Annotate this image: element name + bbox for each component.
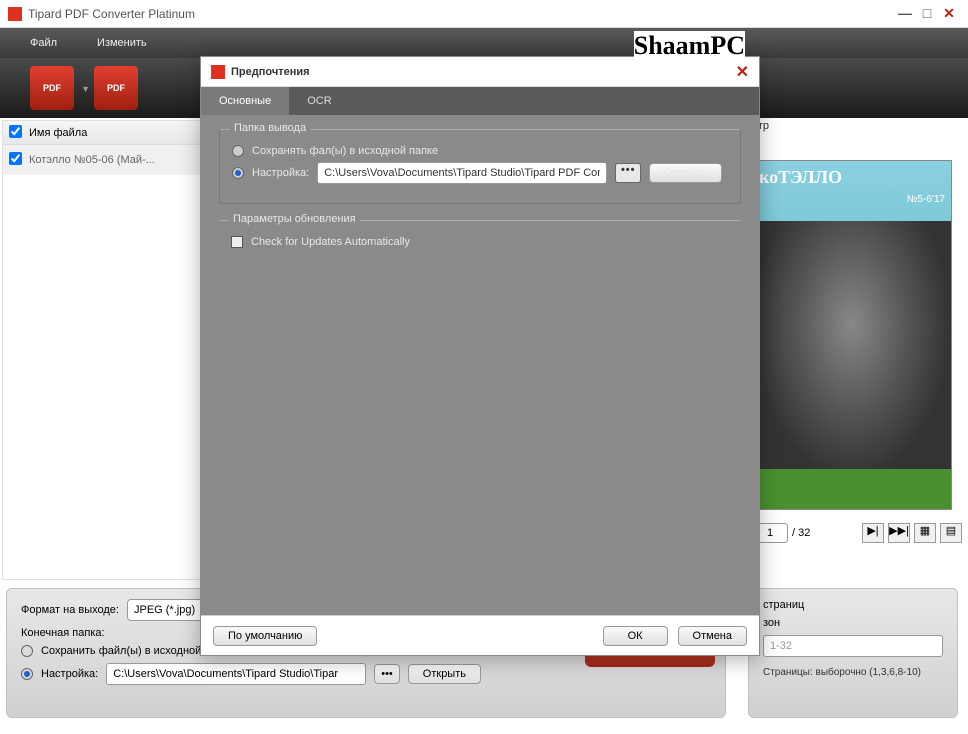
dialog-button-bar: По умолчанию ОК Отмена [201, 615, 759, 655]
dialog-titlebar: Предпочтения ✕ [201, 57, 759, 87]
dialog-close-button[interactable]: ✕ [736, 62, 749, 82]
maximize-button[interactable]: □ [916, 5, 938, 23]
pref-custom-label: Настройка: [252, 167, 309, 179]
dialog-icon [211, 65, 225, 79]
default-button[interactable]: По умолчанию [213, 626, 317, 646]
range-label: зон [763, 617, 943, 629]
custom-folder-label: Настройка: [41, 668, 98, 680]
magazine-title: коТЭЛЛО [753, 161, 951, 194]
magazine-issue: №5-6'17 [753, 194, 951, 205]
select-all-checkbox[interactable] [9, 125, 22, 138]
menu-bar: Файл Изменить [0, 28, 968, 58]
doc-view-icon[interactable]: ▤ [940, 523, 962, 543]
file-name: Котэлло №05-06 (Май-... [29, 154, 155, 166]
title-bar: Tipard PDF Converter Platinum — □ ✕ [0, 0, 968, 28]
cancel-button[interactable]: Отмена [678, 626, 747, 646]
tab-ocr[interactable]: OCR [289, 87, 349, 115]
dialog-title: Предпочтения [231, 66, 736, 78]
minimize-button[interactable]: — [894, 5, 916, 23]
cat-photo [753, 221, 951, 479]
pager: / 32 ▶| ▶▶| ▦ ▤ [752, 520, 962, 546]
page-total: / 32 [792, 527, 810, 539]
format-label: Формат на выходе: [21, 604, 119, 616]
page-range-panel: страниц зон Страницы: выборочно (1,3,6,8… [748, 588, 958, 718]
close-button[interactable]: ✕ [938, 5, 960, 23]
tab-main[interactable]: Основные [201, 87, 289, 115]
pref-save-source-label: Сохранять фал(ы) в исходной папке [252, 145, 438, 157]
preferences-dialog: Предпочтения ✕ Основные OCR ShaamPC Папк… [200, 56, 760, 656]
list-view-icon[interactable]: ▦ [914, 523, 936, 543]
pref-custom-radio[interactable] [232, 167, 244, 179]
pref-save-source-radio[interactable] [232, 145, 244, 157]
menu-edit[interactable]: Изменить [97, 37, 147, 49]
output-path-input[interactable] [106, 663, 366, 685]
preview-label: отр [752, 120, 962, 140]
menu-file[interactable]: Файл [30, 37, 57, 49]
output-folder-legend: Папка вывода [230, 122, 310, 134]
pages-hint: Страницы: выборочно (1,3,6,8-10) [763, 667, 943, 678]
chevron-down-icon: ▼ [81, 84, 90, 94]
folder-label: Конечная папка: [21, 627, 105, 639]
last-page-button[interactable]: ▶▶| [888, 523, 910, 543]
app-title: Tipard PDF Converter Platinum [28, 7, 894, 21]
dialog-body: Папка вывода Сохранять фал(ы) в исходной… [201, 115, 759, 615]
check-updates-checkbox[interactable] [231, 236, 243, 248]
update-legend: Параметры обновления [229, 213, 360, 225]
save-source-radio[interactable] [21, 645, 33, 657]
check-updates-label: Check for Updates Automatically [251, 236, 410, 248]
preview-panel: отр коТЭЛЛО №5-6'17 / 32 ▶| ▶▶| ▦ ▤ [752, 120, 962, 580]
column-filename: Имя файла [29, 127, 87, 139]
pref-browse-button[interactable]: ••• [615, 163, 641, 183]
pref-path-input[interactable] [317, 162, 607, 184]
custom-folder-radio[interactable] [21, 668, 33, 680]
edit-pdf-button[interactable]: PDF [94, 66, 138, 110]
browse-button[interactable]: ••• [374, 664, 400, 684]
open-folder-button[interactable]: Открыть [408, 664, 481, 684]
pages-label: страниц [763, 599, 943, 611]
watermark-text: ShaamPC [634, 31, 745, 61]
pref-open-button[interactable]: Открыть [649, 163, 722, 183]
output-folder-group: Папка вывода Сохранять фал(ы) в исходной… [219, 129, 741, 204]
magazine-footer [753, 469, 951, 509]
app-icon [8, 7, 22, 21]
add-pdf-button[interactable]: PDF▼ [30, 66, 74, 110]
page-range-input[interactable] [763, 635, 943, 657]
dialog-tabs: Основные OCR ShaamPC [201, 87, 759, 115]
preview-image: коТЭЛЛО №5-6'17 [752, 160, 952, 510]
update-group: Параметры обновления Check for Updates A… [219, 220, 741, 267]
file-checkbox[interactable] [9, 152, 22, 165]
next-page-button[interactable]: ▶| [862, 523, 884, 543]
ok-button[interactable]: ОК [603, 626, 668, 646]
